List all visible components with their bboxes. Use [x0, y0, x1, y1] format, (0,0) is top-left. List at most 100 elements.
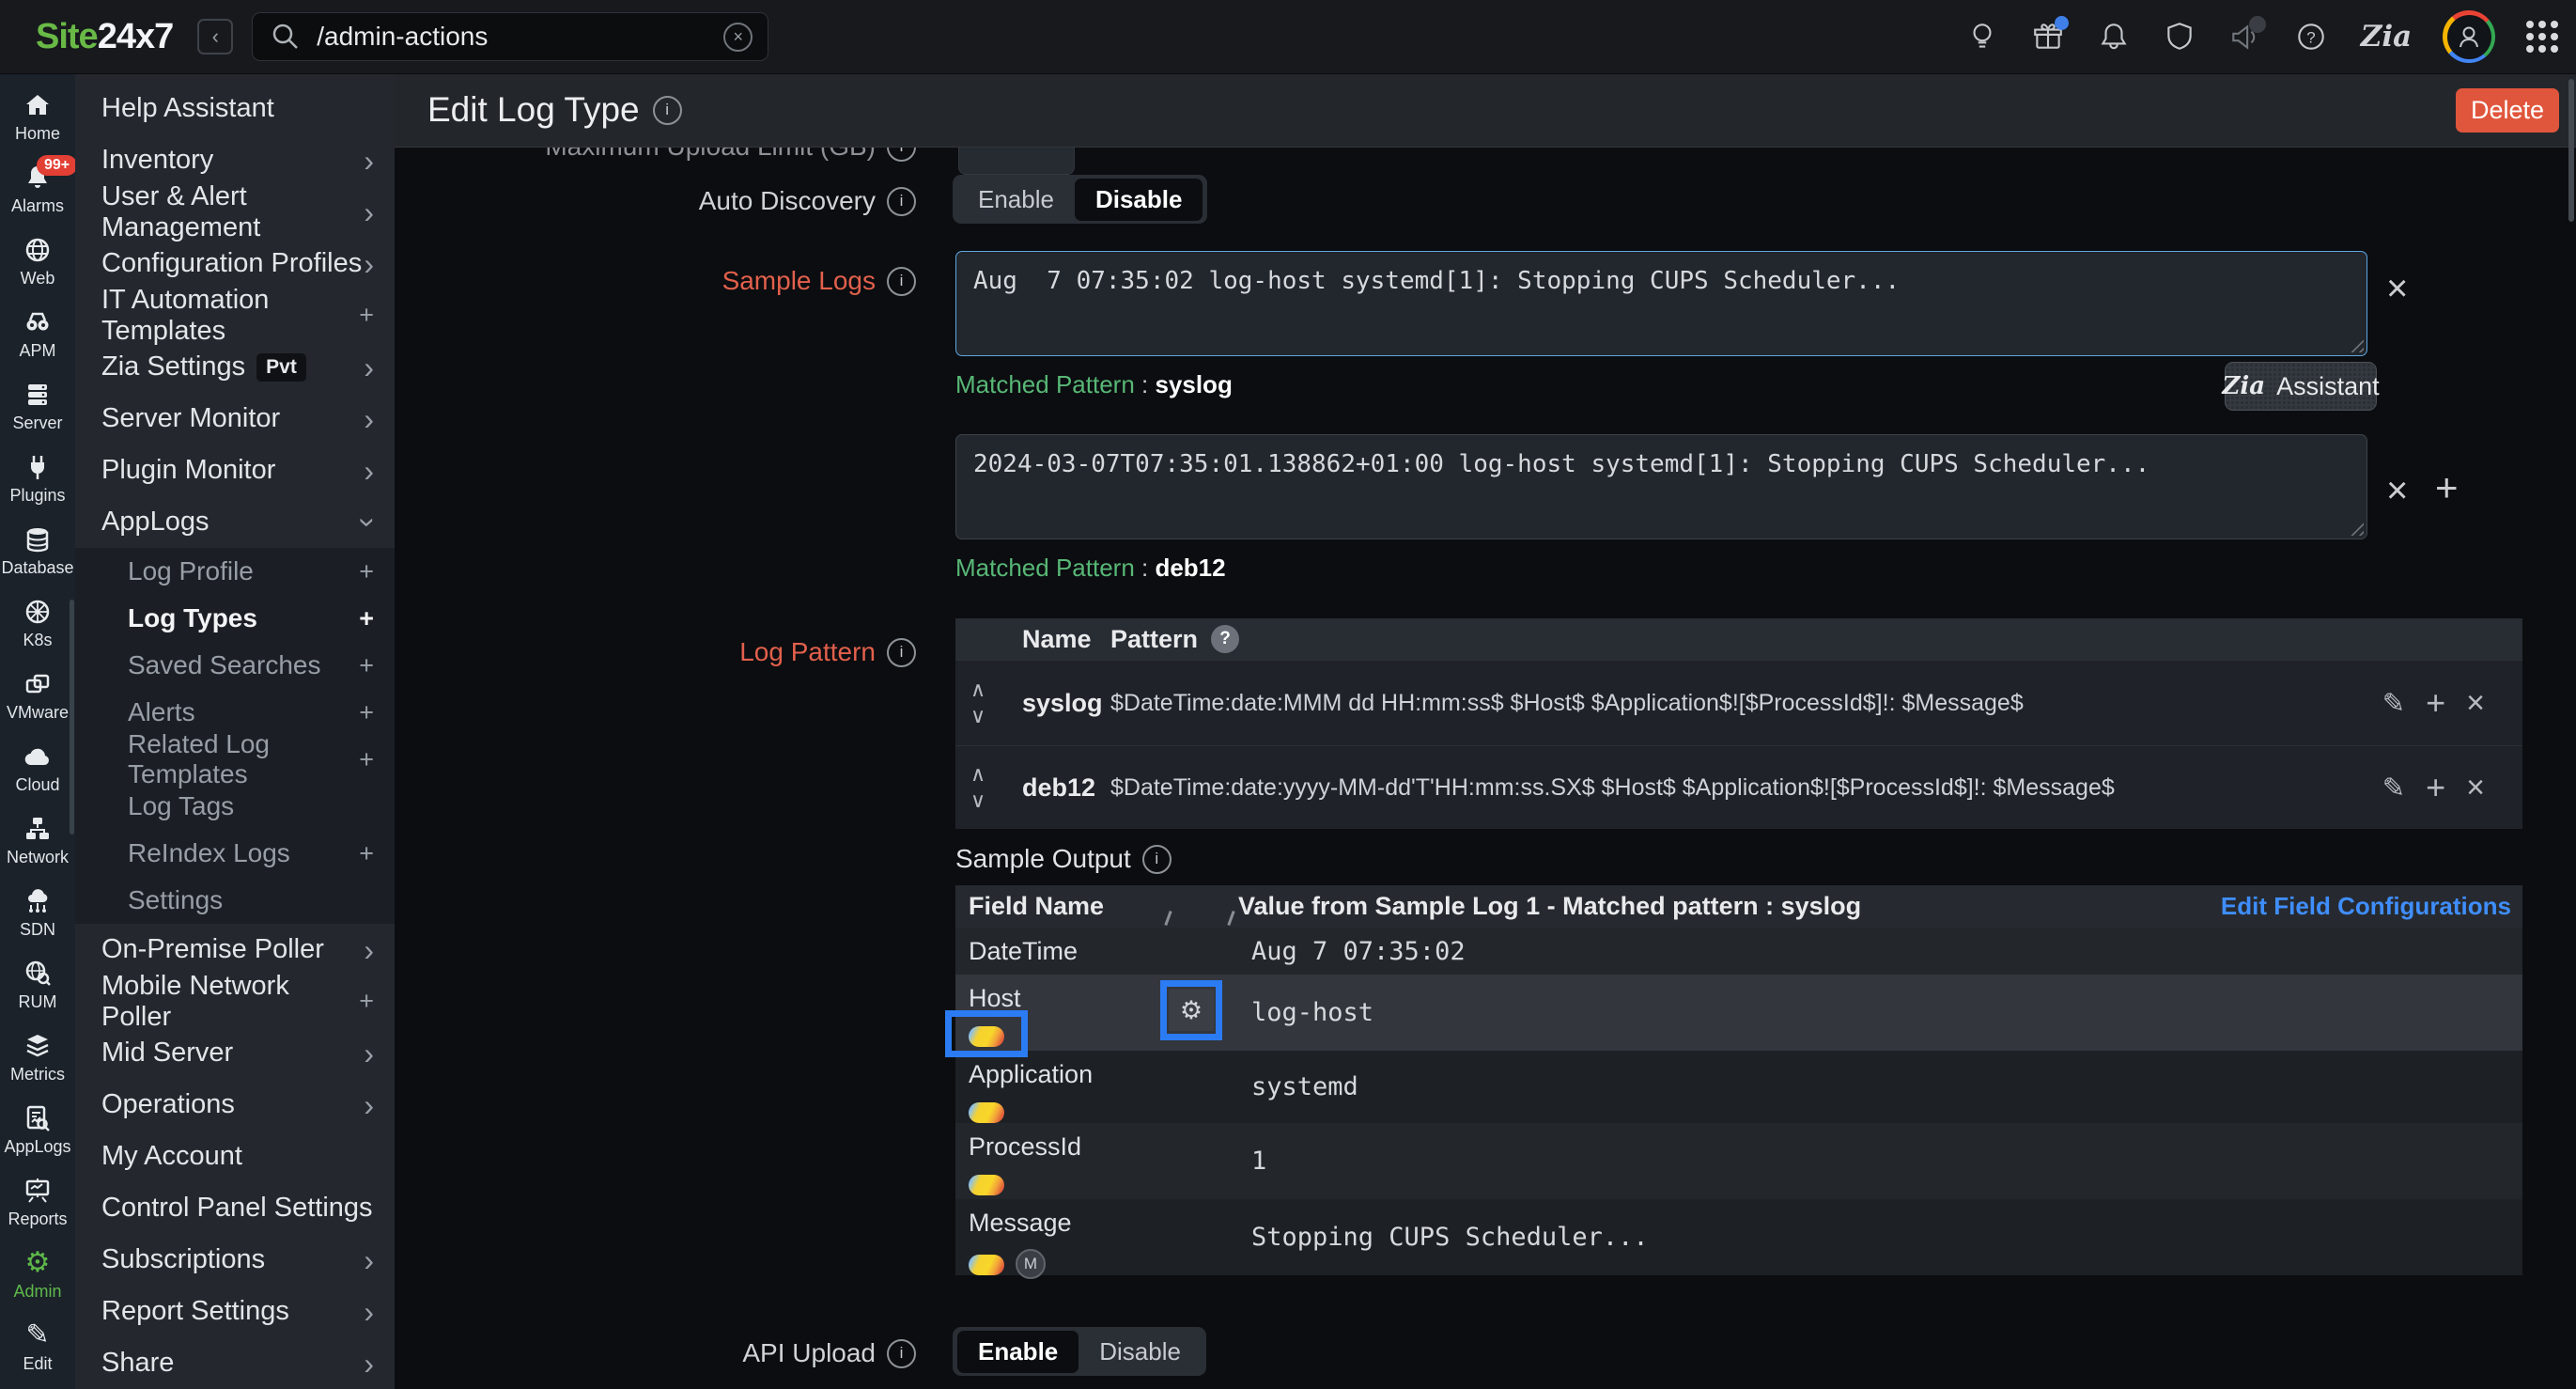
clear-search-icon[interactable]: × [723, 23, 753, 52]
rail-item-sdn[interactable]: SDN [0, 877, 75, 949]
sidebar-item-saved-searches[interactable]: Saved Searches+ [75, 642, 395, 689]
sidebar-item-subscriptions[interactable]: Subscriptions› [75, 1234, 395, 1286]
user-avatar[interactable] [2443, 10, 2495, 63]
rail-item-database[interactable]: Database [0, 515, 75, 587]
rail-item-rum[interactable]: RUM [0, 949, 75, 1022]
delete-pattern-icon[interactable]: × [2466, 770, 2485, 806]
collapse-nav-button[interactable]: ‹ [197, 19, 233, 55]
add-sample-log-icon[interactable]: + [2435, 472, 2459, 504]
sidebar-item-operations[interactable]: Operations› [75, 1079, 395, 1131]
info-icon[interactable]: i [887, 187, 916, 216]
zia-button[interactable]: Zia [2358, 18, 2414, 55]
sidebar-item-mid-server[interactable]: Mid Server› [75, 1027, 395, 1079]
delete-button[interactable]: Delete [2456, 88, 2559, 133]
sidebar-item-control-panel-settings[interactable]: Control Panel Settings [75, 1182, 395, 1234]
rail-item-plugins[interactable]: Plugins [0, 443, 75, 515]
main-scrollbar[interactable] [2568, 79, 2574, 222]
topbar: Site24x7 ‹ × ? Zia [0, 0, 2576, 74]
sidebar-item-zia-settings[interactable]: Zia SettingsPvt› [75, 341, 395, 393]
pattern-help-icon[interactable]: ? [1211, 625, 1239, 653]
sidebar-item-mobile-network-poller[interactable]: Mobile Network Poller+ [75, 975, 395, 1027]
processid-field-toggle[interactable] [969, 1175, 1004, 1195]
rail-item-admin[interactable]: ⚙Admin [0, 1239, 75, 1311]
sidebar-item-server-monitor[interactable]: Server Monitor› [75, 393, 395, 445]
sidebar-item-plugin-monitor[interactable]: Plugin Monitor› [75, 445, 395, 496]
info-icon[interactable]: i [887, 638, 916, 667]
rail-item-vmware[interactable]: VMware [0, 660, 75, 732]
global-search[interactable]: × [252, 12, 768, 61]
sidebar-item-applogs[interactable]: AppLogs› [75, 496, 395, 548]
rail-item-metrics[interactable]: Metrics [0, 1022, 75, 1094]
help-button[interactable]: ? [2292, 18, 2330, 55]
move-down-icon[interactable]: ∨ [970, 707, 985, 726]
rail-item-apm[interactable]: APM [0, 298, 75, 370]
move-down-icon[interactable]: ∨ [970, 791, 985, 810]
edit-field-configurations-link[interactable]: Edit Field Configurations [2221, 892, 2511, 921]
zia-assistant-button[interactable]: ZiaAssistant [2225, 362, 2377, 411]
info-icon[interactable]: i [887, 267, 916, 296]
search-input[interactable] [315, 21, 723, 53]
rail-item-reports[interactable]: Reports [0, 1166, 75, 1239]
site24x7-logo[interactable]: Site24x7 [36, 17, 173, 57]
info-icon[interactable]: i [887, 1339, 916, 1368]
sidebar-item-log-tags[interactable]: Log Tags [75, 783, 395, 830]
chevron-down-icon: › [360, 517, 379, 527]
info-icon[interactable]: i [653, 96, 682, 125]
add-pattern-icon[interactable]: + [2426, 683, 2445, 723]
delete-pattern-icon[interactable]: × [2466, 685, 2485, 722]
info-icon[interactable]: i [1142, 845, 1172, 874]
rail-item-k8s[interactable]: K8s [0, 587, 75, 660]
sidebar-item-my-account[interactable]: My Account [75, 1131, 395, 1182]
page-header: Edit Log Typei Delete [395, 73, 2576, 148]
tips-button[interactable] [1963, 18, 2001, 55]
move-up-icon[interactable]: ∧ [970, 680, 985, 699]
sidebar-item-it-automation-templates[interactable]: IT Automation Templates+ [75, 289, 395, 341]
chevron-right-icon: › [364, 1251, 374, 1270]
rail-item-edit[interactable]: ✎Edit [0, 1311, 75, 1383]
announcements-button[interactable] [2227, 18, 2264, 55]
sidebar-item-share[interactable]: Share› [75, 1337, 395, 1389]
edit-pattern-icon[interactable]: ✎ [2382, 772, 2405, 804]
sidebar-item-user-alert-management[interactable]: User & Alert Management› [75, 186, 395, 238]
sidebar-item-log-profile[interactable]: Log Profile+ [75, 548, 395, 595]
lightbulb-icon [1965, 20, 1999, 54]
api-upload-disable-option[interactable]: Disable [1079, 1331, 1202, 1373]
sidebar-item-inventory[interactable]: Inventory› [75, 134, 395, 186]
home-icon [23, 90, 52, 120]
rail-item-alarms[interactable]: 99+Alarms [0, 153, 75, 226]
page-title: Edit Log Typei [427, 90, 682, 130]
move-up-icon[interactable]: ∧ [970, 765, 985, 784]
sidebar-item-related-log-templates[interactable]: Related Log Templates+ [75, 736, 395, 783]
sidebar-item-log-types[interactable]: Log Types+ [75, 595, 395, 642]
sidebar-item-help-assistant[interactable]: Help Assistant [75, 83, 395, 134]
auto-discovery-disable-option[interactable]: Disable [1075, 179, 1203, 221]
sidebar-item-settings[interactable]: Settings [75, 877, 395, 924]
remove-sample-log-1-icon[interactable]: × [2386, 273, 2408, 304]
rail-item-applogs[interactable]: AppLogs [0, 1094, 75, 1166]
sidebar-item-configuration-profiles[interactable]: Configuration Profiles› [75, 238, 395, 289]
sidebar-item-reindex-logs[interactable]: ReIndex Logs+ [75, 830, 395, 877]
sidebar-item-report-settings[interactable]: Report Settings› [75, 1286, 395, 1337]
sample-log-2-textarea[interactable]: 2024-03-07T07:35:01.138862+01:00 log-hos… [955, 434, 2367, 539]
auto-discovery-enable-option[interactable]: Enable [957, 179, 1075, 221]
add-pattern-icon[interactable]: + [2426, 768, 2445, 807]
edit-pattern-icon[interactable]: ✎ [2382, 687, 2405, 720]
sample-log-1-textarea[interactable]: Aug 7 07:35:02 log-host systemd[1]: Stop… [955, 251, 2367, 356]
apps-menu-button[interactable] [2523, 18, 2561, 55]
application-field-toggle[interactable] [969, 1102, 1004, 1123]
rail-item-cloud[interactable]: Cloud [0, 732, 75, 804]
security-button[interactable] [2161, 18, 2198, 55]
rail-item-web[interactable]: Web [0, 226, 75, 298]
rail-scrollbar[interactable] [70, 600, 74, 835]
chevron-right-icon: › [364, 1044, 374, 1063]
remove-sample-log-2-icon[interactable]: × [2386, 475, 2408, 507]
rail-item-home[interactable]: Home [0, 81, 75, 153]
sidebar-item-on-premise-poller[interactable]: On-Premise Poller› [75, 924, 395, 975]
message-field-toggle[interactable] [969, 1255, 1004, 1275]
rail-item-server[interactable]: Server [0, 370, 75, 443]
notifications-button[interactable] [2095, 18, 2133, 55]
api-upload-enable-option[interactable]: Enable [957, 1331, 1079, 1373]
database-icon [23, 524, 52, 554]
whats-new-button[interactable] [2029, 18, 2067, 55]
rail-item-network[interactable]: Network [0, 804, 75, 877]
